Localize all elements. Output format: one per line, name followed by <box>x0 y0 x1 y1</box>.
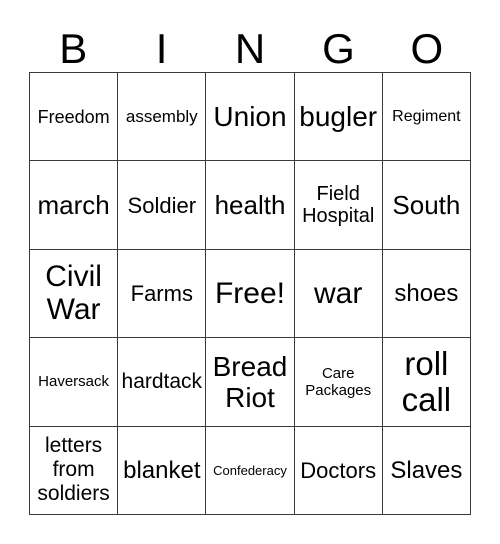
bingo-header-row: BINGO <box>29 16 471 72</box>
bingo-cell[interactable]: roll call <box>382 338 471 427</box>
bingo-cell-label: health <box>214 189 286 220</box>
bingo-cell-label: Regiment <box>392 107 461 125</box>
bingo-cell-label: Soldier <box>127 192 197 218</box>
bingo-cell[interactable]: hardtack <box>118 338 207 427</box>
bingo-cell[interactable]: Care Packages <box>294 338 383 427</box>
bingo-cell-label: Civil War <box>45 260 102 327</box>
bingo-cell-label: Bread Riot <box>212 350 288 413</box>
bingo-cell-free-space[interactable]: Free! <box>206 249 295 339</box>
bingo-cell-label: blanket <box>123 456 201 484</box>
bingo-grid: Freedom assembly Union bugler Regiment march S… <box>29 72 471 515</box>
bingo-cell-label: Care Packages <box>305 364 372 399</box>
bingo-cell-label: Confederacy <box>213 462 287 478</box>
bingo-cell-label: Field Hospital <box>302 183 375 228</box>
bingo-cell[interactable]: blanket <box>118 426 207 515</box>
bingo-cell-label: roll call <box>401 344 452 418</box>
bingo-cell-label: Slaves <box>390 456 463 484</box>
bingo-cell-label: Free! <box>214 276 285 310</box>
bingo-header-letter-o: O <box>410 25 444 72</box>
bingo-cell[interactable]: bugler <box>294 73 383 162</box>
bingo-cell[interactable]: Confederacy <box>206 426 295 515</box>
bingo-cell[interactable]: Bread Riot <box>206 338 295 427</box>
bingo-cell-label: letters from soldiers <box>37 434 110 506</box>
bingo-header-letter-b: B <box>59 25 88 72</box>
bingo-cell[interactable]: Civil War <box>30 249 119 339</box>
bingo-header-letter-i: I <box>155 25 168 72</box>
bingo-cell[interactable]: Soldier <box>118 161 207 250</box>
bingo-cell[interactable]: Slaves <box>382 426 471 515</box>
bingo-cell-label: Freedom <box>37 106 110 127</box>
bingo-cell[interactable]: assembly <box>118 73 207 162</box>
bingo-cell[interactable]: war <box>294 249 383 339</box>
bingo-cell[interactable]: Doctors <box>294 426 383 515</box>
bingo-cell[interactable]: shoes <box>382 249 471 339</box>
bingo-cell-label: Haversack <box>38 373 110 391</box>
bingo-cell[interactable]: Freedom <box>30 73 119 162</box>
bingo-header-letter-n: N <box>234 25 266 72</box>
bingo-cell[interactable]: South <box>382 161 471 250</box>
bingo-card: B I N G O Freedom assembly Union bugler Regiment… <box>0 0 500 544</box>
bingo-cell[interactable]: health <box>206 161 295 250</box>
bingo-cell[interactable]: letters from soldiers <box>30 426 119 515</box>
bingo-cell[interactable]: Regiment <box>382 73 471 162</box>
bingo-cell[interactable]: Field Hospital <box>294 161 383 250</box>
bingo-cell-label: Doctors <box>300 457 377 483</box>
bingo-cell-label: war <box>314 276 363 310</box>
bingo-cell-label: Union <box>213 101 287 133</box>
bingo-cell-label: assembly <box>125 107 198 127</box>
bingo-cell[interactable]: Haversack <box>30 338 119 427</box>
bingo-cell-label: march <box>37 189 110 220</box>
bingo-cell-label: hardtack <box>121 369 203 393</box>
bingo-cell-label: Farms <box>130 280 193 306</box>
bingo-cell[interactable]: march <box>30 161 119 250</box>
bingo-cell-label: South <box>392 189 461 220</box>
bingo-cell[interactable]: Union <box>206 73 295 162</box>
bingo-header-letter-g: G <box>322 25 355 72</box>
bingo-cell[interactable]: Farms <box>118 249 207 339</box>
bingo-cell-label: shoes <box>394 279 459 307</box>
bingo-cell-label: bugler <box>299 101 378 133</box>
